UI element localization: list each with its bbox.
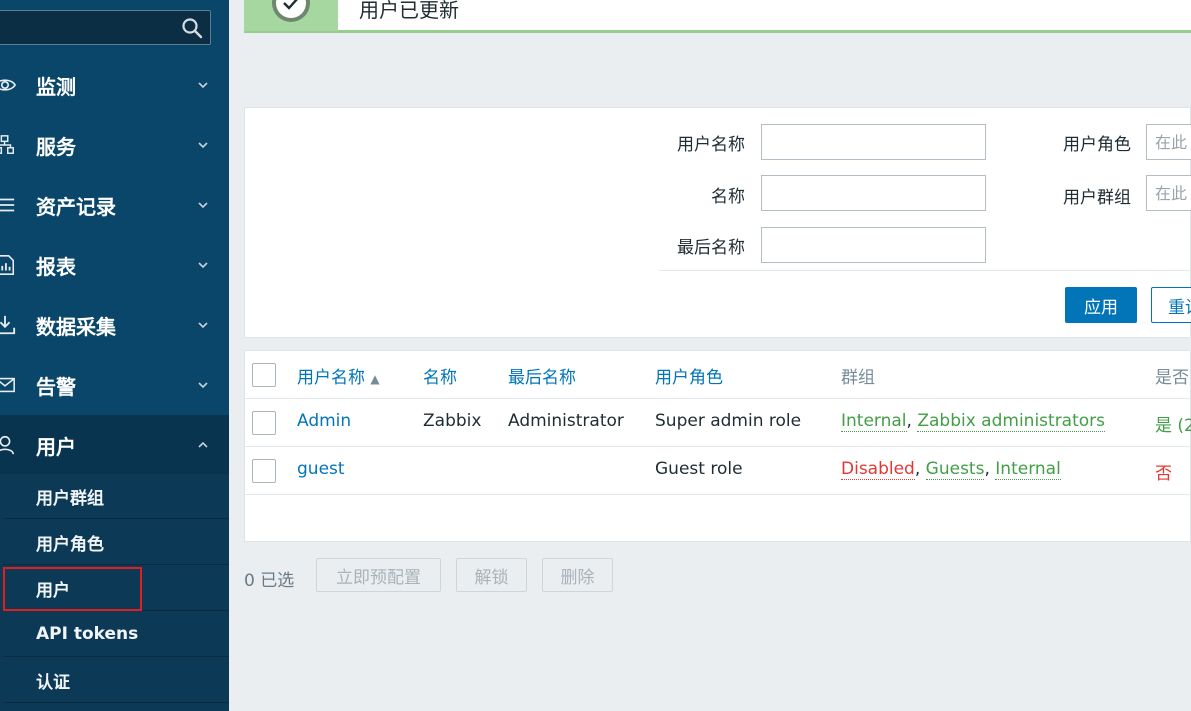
group-link[interactable]: Disabled: [841, 459, 915, 480]
sidebar-item-data-collection[interactable]: 数据采集: [0, 295, 229, 355]
sidebar-item-monitoring[interactable]: 监测: [0, 55, 229, 115]
apply-button[interactable]: 应用: [1065, 287, 1137, 323]
row-checkbox[interactable]: [252, 411, 276, 435]
role-cell: Guest role: [655, 459, 743, 479]
submenu-item-label: API tokens: [36, 624, 139, 644]
provision-now-button[interactable]: 立即预配置: [316, 558, 441, 592]
sidebar-item-label: 服务: [36, 134, 76, 159]
filter-name-label: 名称: [711, 187, 745, 207]
delete-button[interactable]: 删除: [542, 558, 613, 592]
sort-asc-icon: ▲: [370, 372, 380, 386]
submenu-item-user-roles[interactable]: 用户角色: [3, 520, 229, 565]
users-table: 用户名称 ▲ 名称 最后名称 用户角色 群组 是否 Admin Zabbix A…: [244, 350, 1191, 542]
success-message-icon-area: [244, 0, 338, 31]
chevron-down-icon: [198, 142, 208, 149]
sidebar-item-alerts[interactable]: 告警: [0, 355, 229, 415]
check-icon: [272, 0, 310, 22]
filter-group-input[interactable]: [1146, 175, 1191, 211]
unlock-button[interactable]: 解锁: [456, 558, 527, 592]
header-role[interactable]: 用户角色: [655, 363, 723, 388]
header-username[interactable]: 用户名称 ▲: [297, 363, 380, 388]
username-link[interactable]: guest: [297, 459, 345, 479]
chevron-down-icon: [198, 202, 208, 209]
header-lastname[interactable]: 最后名称: [508, 363, 576, 388]
chevron-down-icon: [198, 382, 208, 389]
success-message: 用户已更新: [244, 0, 1191, 33]
chevron-down-icon: [198, 82, 208, 89]
sidebar-search[interactable]: [0, 10, 211, 45]
filter-name-input[interactable]: [761, 175, 986, 211]
status-cell[interactable]: 否: [1155, 459, 1172, 484]
selected-count: 0 已选: [244, 571, 295, 591]
filter-lastname-label: 最后名称: [677, 238, 745, 258]
submenu-item-label: 用户角色: [36, 534, 104, 555]
chevron-up-icon: [198, 441, 208, 448]
status-cell[interactable]: 是 (2: [1155, 411, 1191, 436]
table-header-row: 用户名称 ▲ 名称 最后名称 用户角色 群组 是否: [245, 351, 1191, 399]
table-row: Admin Zabbix Administrator Super admin r…: [245, 399, 1191, 447]
sidebar-item-services[interactable]: 服务: [0, 115, 229, 175]
submenu-item-label: 用户: [36, 580, 70, 601]
groups-cell: Disabled, Guests, Internal: [841, 459, 1061, 480]
lastname-cell: Administrator: [508, 411, 624, 431]
submenu-item-users[interactable]: 用户: [3, 566, 229, 611]
role-cell: Super admin role: [655, 411, 802, 431]
search-icon[interactable]: [180, 16, 204, 40]
sidebar-item-label: 报表: [36, 254, 76, 279]
download-icon: [0, 315, 16, 335]
services-icon: [0, 135, 14, 154]
name-cell: Zabbix: [423, 411, 482, 431]
table-row: guest Guest role Disabled, Guests, Inter…: [245, 447, 1191, 495]
submenu-item-label: 用户群组: [36, 488, 104, 509]
sidebar-item-label: 资产记录: [36, 194, 116, 219]
header-name[interactable]: 名称: [423, 363, 457, 388]
filter-role-label: 用户角色: [1063, 135, 1131, 155]
filter-role-input[interactable]: [1146, 124, 1191, 160]
users-submenu: 用户群组 用户角色 用户 API tokens 认证: [0, 474, 229, 711]
list-icon: [0, 198, 15, 212]
reset-button[interactable]: 重设: [1151, 287, 1191, 323]
report-icon: [0, 255, 15, 275]
filter-username-input[interactable]: [761, 124, 986, 160]
sidebar-item-inventory[interactable]: 资产记录: [0, 175, 229, 235]
submenu-item-authentication[interactable]: 认证: [3, 658, 229, 703]
sidebar-item-label: 数据采集: [36, 314, 116, 339]
select-all-checkbox[interactable]: [252, 363, 276, 387]
user-icon: [0, 435, 15, 455]
eye-icon: [0, 79, 16, 91]
header-groups: 群组: [841, 368, 875, 388]
submenu-item-user-groups[interactable]: 用户群组: [3, 474, 229, 519]
chevron-down-icon: [198, 322, 208, 329]
filter-divider: [659, 270, 1191, 271]
success-message-text: 用户已更新: [359, 0, 459, 22]
sidebar-item-users[interactable]: 用户: [0, 415, 229, 475]
sidebar-item-label: 告警: [36, 374, 76, 399]
filter-lastname-input[interactable]: [761, 227, 986, 263]
group-link[interactable]: Zabbix administrators: [917, 411, 1106, 432]
sidebar-item-reports[interactable]: 报表: [0, 235, 229, 295]
filter-group-label: 用户群组: [1063, 188, 1131, 208]
submenu-item-api-tokens[interactable]: API tokens: [3, 612, 229, 657]
row-checkbox[interactable]: [252, 459, 276, 483]
filter-panel: 用户名称 用户角色 名称 用户群组 最后名称 应用 重设: [244, 107, 1191, 338]
username-link[interactable]: Admin: [297, 411, 351, 431]
sidebar-item-label: 用户: [36, 434, 76, 459]
group-link[interactable]: Internal: [995, 459, 1061, 480]
envelope-icon: [0, 377, 15, 393]
group-link[interactable]: Internal: [841, 411, 907, 432]
group-link[interactable]: Guests: [925, 459, 985, 480]
sidebar: 监测 服务 资产记录 报表 数据采集 告警 用户 用户群组 用户角色 用户 AP…: [0, 0, 229, 711]
filter-username-label: 用户名称: [677, 135, 745, 155]
groups-cell: Internal, Zabbix administrators: [841, 411, 1106, 432]
chevron-down-icon: [198, 262, 208, 269]
submenu-item-label: 认证: [36, 672, 70, 693]
header-status: 是否: [1155, 368, 1189, 388]
sidebar-item-label: 监测: [36, 74, 76, 99]
